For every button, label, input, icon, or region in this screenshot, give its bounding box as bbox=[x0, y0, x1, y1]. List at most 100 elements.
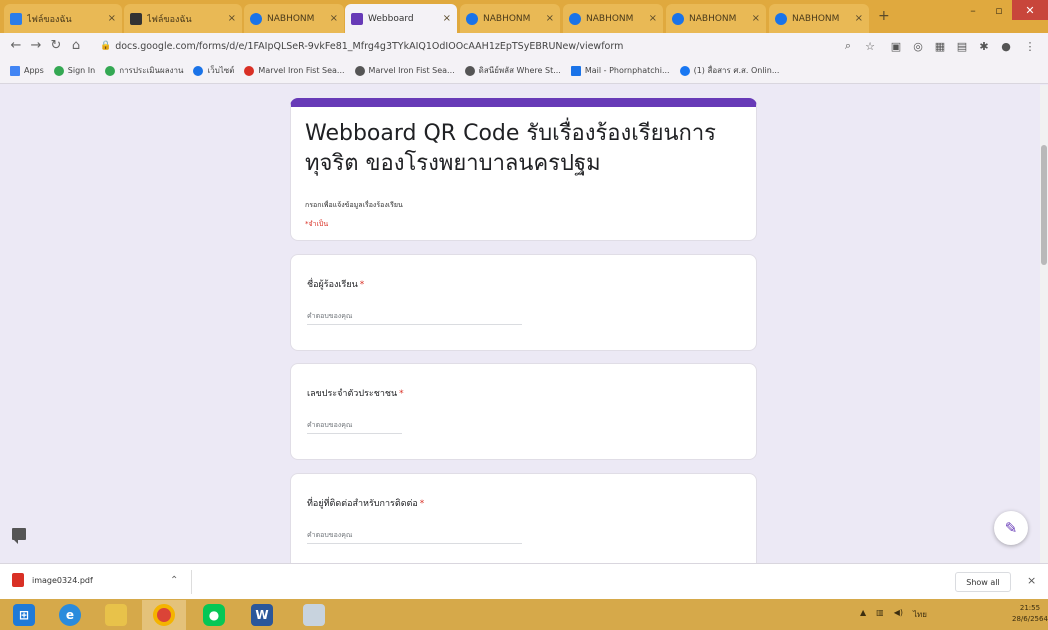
windows-logo-icon: ⊞ bbox=[13, 604, 35, 626]
browser-tab[interactable]: NABHONM × bbox=[460, 4, 560, 33]
bookmark-star-icon[interactable]: ☆ bbox=[862, 38, 878, 54]
drive-icon bbox=[10, 12, 22, 25]
browser-tab-strip: ไฟล์ของฉัน × ไฟล์ของฉัน × NABHONM × Webb… bbox=[0, 0, 1048, 33]
close-tab-icon[interactable]: × bbox=[330, 13, 338, 24]
browser-menu-icon[interactable]: ⋮ bbox=[1022, 38, 1038, 54]
maximize-icon[interactable]: ▫ bbox=[986, 0, 1012, 20]
tab-title: NABHONM bbox=[586, 13, 634, 24]
site-icon bbox=[244, 65, 255, 76]
system-clock[interactable]: 21:55 28/6/2564 bbox=[1012, 603, 1048, 625]
home-icon[interactable]: ⌂ bbox=[66, 38, 86, 53]
show-all-button[interactable]: Show all bbox=[955, 572, 1011, 592]
keyboard-language[interactable]: ไทย bbox=[913, 608, 927, 621]
edit-pencil-icon[interactable]: ✎ bbox=[994, 511, 1028, 545]
notebook-icon bbox=[130, 12, 142, 25]
form-page: Webboard QR Code รับเรื่องร้องเรียนการทุ… bbox=[0, 85, 1040, 563]
profile-avatar-icon[interactable]: ● bbox=[998, 38, 1014, 54]
bookmark-item[interactable]: เว็บไซต์ bbox=[193, 64, 234, 77]
google-drive-icon bbox=[569, 12, 581, 25]
close-shelf-button[interactable]: × bbox=[1027, 574, 1036, 587]
taskbar-app[interactable]: W bbox=[240, 600, 284, 630]
back-icon[interactable]: ← bbox=[6, 38, 26, 53]
browser-tab[interactable]: ไฟล์ของฉัน × bbox=[124, 4, 242, 33]
google-drive-icon bbox=[672, 12, 684, 25]
browser-tab[interactable]: ไฟล์ของฉัน × bbox=[4, 4, 122, 33]
extensions-puzzle-icon[interactable]: ✱ bbox=[976, 38, 992, 54]
start-button[interactable]: ⊞ bbox=[2, 600, 46, 630]
bookmark-item[interactable]: ดิสนีย์พลัส Where St... bbox=[464, 64, 561, 77]
taskbar-app[interactable]: e bbox=[48, 600, 92, 630]
system-tray: ▲ ▥ ◀) ไทย bbox=[860, 608, 927, 621]
tab-title: Webboard bbox=[368, 13, 414, 24]
extension-icon[interactable]: ◎ bbox=[910, 38, 926, 54]
close-tab-icon[interactable]: × bbox=[546, 13, 554, 24]
bookmark-item[interactable]: การประเมินผลงาน bbox=[105, 64, 183, 77]
required-note: *จำเป็น bbox=[305, 220, 329, 228]
tab-title: NABHONM bbox=[267, 13, 315, 24]
google-drive-icon bbox=[466, 12, 478, 25]
download-item[interactable]: image0324.pdf bbox=[12, 573, 93, 587]
divider bbox=[191, 570, 192, 594]
paint-icon bbox=[303, 604, 325, 626]
tab-title: ไฟล์ของฉัน bbox=[27, 14, 72, 25]
bookmarks-bar: Apps Sign In การประเมินผลงาน เว็บไซต์ Ma… bbox=[0, 58, 1048, 84]
answer-input[interactable] bbox=[307, 528, 522, 544]
bookmark-item[interactable]: Sign In bbox=[53, 65, 95, 76]
taskbar-app[interactable] bbox=[292, 600, 336, 630]
reload-icon[interactable]: ↻ bbox=[46, 38, 66, 53]
network-icon[interactable]: ▥ bbox=[876, 608, 884, 621]
answer-input[interactable] bbox=[307, 418, 402, 434]
tray-chevron-icon[interactable]: ▲ bbox=[860, 608, 866, 621]
taskbar-app-active[interactable] bbox=[142, 600, 186, 630]
facebook-icon bbox=[679, 65, 690, 76]
answer-input[interactable] bbox=[307, 309, 522, 325]
zoom-icon[interactable]: ⌕ bbox=[840, 38, 856, 54]
taskbar-app[interactable] bbox=[94, 600, 138, 630]
browser-tab[interactable]: NABHONM × bbox=[244, 4, 344, 33]
chrome-icon bbox=[153, 604, 175, 626]
bookmark-item[interactable]: (1) สื่อสาร ศ.ส. Onlin... bbox=[679, 64, 779, 77]
pdf-file-icon bbox=[12, 573, 24, 587]
browser-tab[interactable]: NABHONM × bbox=[666, 4, 766, 33]
forward-icon[interactable]: → bbox=[26, 38, 46, 53]
report-feedback-icon[interactable] bbox=[12, 528, 26, 544]
close-tab-icon[interactable]: × bbox=[752, 13, 760, 24]
bookmark-apps[interactable]: Apps bbox=[10, 65, 44, 76]
close-tab-icon[interactable]: × bbox=[855, 13, 863, 24]
browser-tab[interactable]: NABHONM × bbox=[563, 4, 663, 33]
address-bar[interactable]: 🔒 docs.google.com/forms/d/e/1FAIpQLSeR-9… bbox=[100, 37, 830, 55]
question-label: ชื่อผู้ร้องเรียน * bbox=[307, 280, 365, 290]
taskbar-app[interactable]: ● bbox=[192, 600, 236, 630]
clock-time: 21:55 bbox=[1019, 604, 1041, 612]
close-tab-icon[interactable]: × bbox=[443, 13, 451, 24]
internet-explorer-icon: e bbox=[59, 604, 81, 626]
tab-title: NABHONM bbox=[483, 13, 531, 24]
site-icon bbox=[464, 65, 475, 76]
question-card: เลขประจำตัวประชาชน * bbox=[290, 363, 757, 460]
word-icon: W bbox=[251, 604, 273, 626]
outlook-icon bbox=[570, 65, 581, 76]
bookmark-item[interactable]: Marvel Iron Fist Sea... bbox=[354, 65, 455, 76]
close-tab-icon[interactable]: × bbox=[649, 13, 657, 24]
browser-tab[interactable]: NABHONM × bbox=[769, 4, 869, 33]
volume-icon[interactable]: ◀) bbox=[894, 608, 903, 621]
scrollbar-thumb[interactable] bbox=[1041, 145, 1047, 265]
question-card: ที่อยู่ที่ติดต่อสำหรับการติดต่อ * bbox=[290, 473, 757, 563]
windows-taskbar: ⊞ e ● W ▲ ▥ ◀) ไทย 21:55 28/6/2564 bbox=[0, 599, 1048, 630]
browser-tab-active[interactable]: Webboard × bbox=[345, 4, 457, 33]
minimize-icon[interactable]: – bbox=[960, 0, 986, 20]
window-close-icon[interactable]: ✕ bbox=[1012, 0, 1048, 20]
new-tab-button[interactable]: + bbox=[878, 8, 890, 24]
close-tab-icon[interactable]: × bbox=[228, 13, 236, 24]
extension-icon[interactable]: ▣ bbox=[888, 38, 904, 54]
google-forms-icon bbox=[351, 12, 363, 25]
page-scrollbar[interactable] bbox=[1040, 85, 1048, 563]
download-shelf: image0324.pdf ⌃ Show all × bbox=[0, 563, 1048, 599]
close-tab-icon[interactable]: × bbox=[108, 13, 116, 24]
bookmark-item[interactable]: Mail - Phornphatchi... bbox=[570, 65, 670, 76]
question-label: เลขประจำตัวประชาชน * bbox=[307, 389, 404, 399]
extension-icon[interactable]: ▦ bbox=[932, 38, 948, 54]
bookmark-item[interactable]: Marvel Iron Fist Sea... bbox=[244, 65, 345, 76]
chevron-up-icon[interactable]: ⌃ bbox=[170, 575, 178, 586]
extension-icon[interactable]: ▤ bbox=[954, 38, 970, 54]
